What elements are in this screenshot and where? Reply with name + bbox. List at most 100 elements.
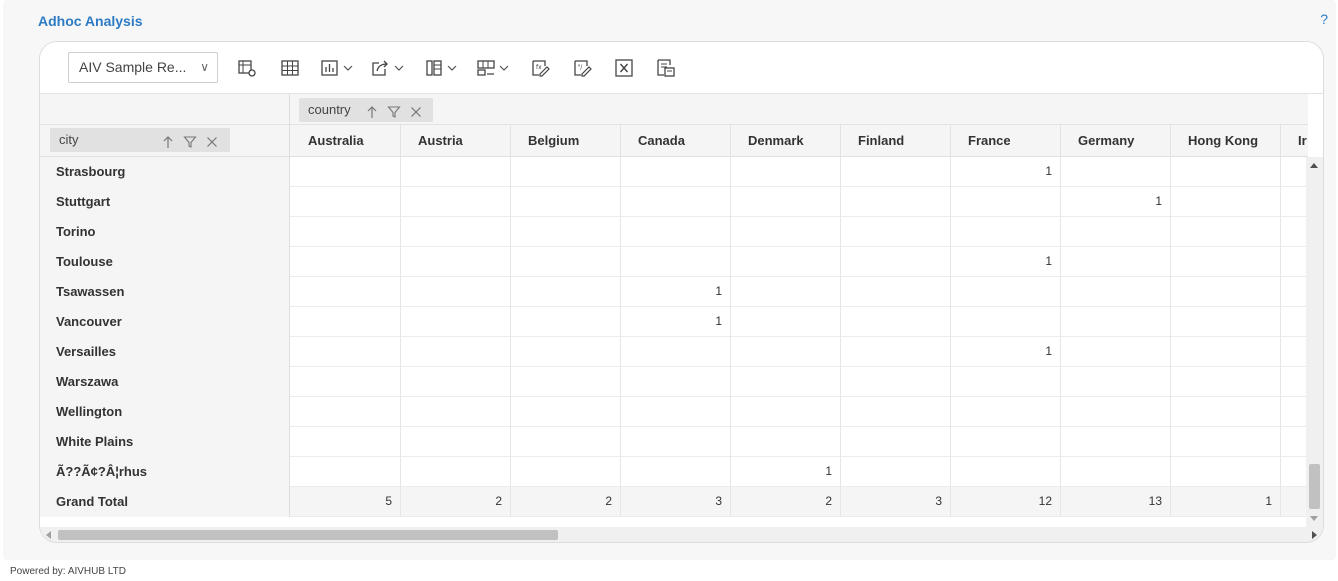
scroll-right-arrow[interactable]	[1312, 531, 1317, 539]
table-cell	[1061, 277, 1171, 307]
table-cell	[401, 277, 511, 307]
pivot-settings-icon[interactable]	[237, 57, 257, 79]
row-header-city: White Plains	[40, 427, 290, 457]
chart-icon[interactable]	[320, 57, 353, 79]
edit-field-icon[interactable]: fx	[530, 57, 550, 79]
table-cell	[951, 187, 1061, 217]
filter-icon[interactable]	[183, 133, 197, 157]
scroll-up-arrow[interactable]	[1310, 163, 1318, 168]
grand-total-cell: 2	[401, 487, 511, 517]
table-cell	[841, 457, 951, 487]
table-row: Torino	[40, 217, 1308, 247]
table-cell	[511, 187, 621, 217]
svg-text:fx: fx	[536, 64, 542, 71]
row-field-chip[interactable]: city	[50, 128, 230, 152]
row-header-city: Warszawa	[40, 367, 290, 397]
table-view-icon[interactable]	[280, 57, 300, 79]
table-cell: 1	[731, 457, 841, 487]
column-header[interactable]: Denmark	[731, 125, 841, 157]
table-cell: 1	[621, 277, 731, 307]
sort-ascending-icon[interactable]	[365, 103, 379, 127]
table-cell	[841, 187, 951, 217]
row-header-city: Versailles	[40, 337, 290, 367]
table-cell	[401, 247, 511, 277]
table-cell	[841, 307, 951, 337]
report-select[interactable]: AIV Sample Re... ∨	[68, 52, 218, 83]
table-cell	[841, 247, 951, 277]
table-cell	[1061, 247, 1171, 277]
row-header-city: Torino	[40, 217, 290, 247]
column-header[interactable]: Australia	[291, 125, 401, 157]
grand-total-cell: 2	[731, 487, 841, 517]
table-row: Wellington	[40, 397, 1308, 427]
help-icon[interactable]: ?	[1320, 11, 1328, 27]
filter-icon[interactable]	[387, 103, 401, 127]
table-cell	[401, 457, 511, 487]
vertical-scrollbar[interactable]	[1306, 157, 1323, 527]
table-cell	[841, 157, 951, 187]
horizontal-scrollbar[interactable]	[40, 527, 1323, 542]
table-cell: 1	[951, 337, 1061, 367]
row-layout-icon[interactable]	[476, 57, 509, 79]
grand-total-cell: 3	[841, 487, 951, 517]
sort-ascending-icon[interactable]	[161, 133, 175, 157]
table-cell	[511, 367, 621, 397]
column-header-row: city Australia Austria Belgium Canada Denmar…	[40, 125, 1308, 157]
scroll-left-arrow[interactable]	[46, 531, 51, 539]
row-header-city: Stuttgart	[40, 187, 290, 217]
table-cell	[951, 277, 1061, 307]
column-field-chip[interactable]: country	[299, 98, 433, 122]
adhoc-analysis-page: Adhoc Analysis ? AIV Sample Re... ∨ fx "…	[3, 0, 1336, 577]
scroll-down-arrow[interactable]	[1310, 516, 1318, 521]
table-cell	[291, 337, 401, 367]
table-cell: 1	[1061, 187, 1171, 217]
table-cell	[621, 457, 731, 487]
table-row: Tsawassen 1	[40, 277, 1308, 307]
row-header-city: Strasbourg	[40, 157, 290, 187]
table-cell	[731, 277, 841, 307]
table-cell	[621, 367, 731, 397]
horizontal-scroll-thumb[interactable]	[58, 530, 558, 540]
save-icon[interactable]	[656, 57, 676, 79]
column-header[interactable]: Germany	[1061, 125, 1171, 157]
table-cell	[1061, 457, 1171, 487]
column-header[interactable]: Finland	[841, 125, 951, 157]
remove-icon[interactable]	[409, 103, 423, 127]
remove-icon[interactable]	[205, 133, 219, 157]
column-layout-icon[interactable]	[424, 57, 457, 79]
table-cell	[511, 307, 621, 337]
column-field-bar-spacer	[40, 94, 290, 125]
column-header[interactable]: Canada	[621, 125, 731, 157]
table-cell	[1171, 397, 1281, 427]
table-cell	[621, 427, 731, 457]
table-row: White Plains	[40, 427, 1308, 457]
table-row: Strasbourg 1	[40, 157, 1308, 187]
export-icon[interactable]	[371, 57, 404, 79]
table-cell	[1061, 427, 1171, 457]
table-cell	[291, 367, 401, 397]
table-cell	[511, 157, 621, 187]
table-cell	[1171, 187, 1281, 217]
table-cell	[291, 187, 401, 217]
grand-total-cell: 3	[621, 487, 731, 517]
row-header-city: Ã??Ã¢?Â¦rhus	[40, 457, 290, 487]
column-header[interactable]: Hong Kong	[1171, 125, 1281, 157]
column-field-bar: country	[40, 94, 1308, 125]
table-cell	[511, 247, 621, 277]
table-cell	[1061, 307, 1171, 337]
excel-icon[interactable]	[614, 57, 634, 79]
table-cell	[1171, 457, 1281, 487]
column-header[interactable]: France	[951, 125, 1061, 157]
column-header[interactable]: Ir	[1281, 125, 1323, 157]
table-cell	[1171, 337, 1281, 367]
edit-format-icon[interactable]: "/	[572, 57, 592, 79]
table-cell: 1	[951, 247, 1061, 277]
column-header[interactable]: Belgium	[511, 125, 621, 157]
table-cell	[291, 427, 401, 457]
table-cell	[1061, 337, 1171, 367]
table-cell	[731, 367, 841, 397]
vertical-scroll-thumb[interactable]	[1309, 464, 1320, 509]
row-field-label: city	[59, 132, 79, 147]
column-header[interactable]: Austria	[401, 125, 511, 157]
table-cell	[401, 427, 511, 457]
